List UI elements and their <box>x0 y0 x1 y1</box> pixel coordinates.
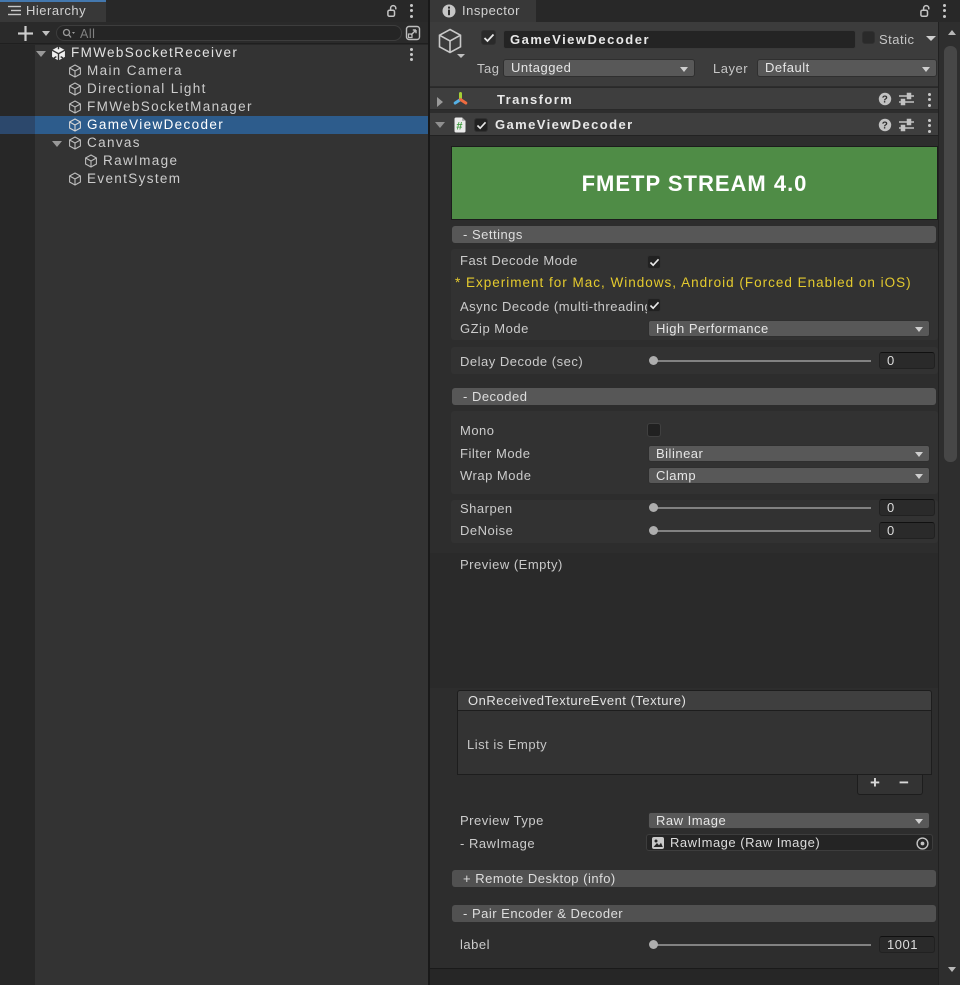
svg-text:?: ? <box>882 95 889 106</box>
svg-text:#: # <box>456 120 464 132</box>
svg-text:?: ? <box>882 121 889 132</box>
